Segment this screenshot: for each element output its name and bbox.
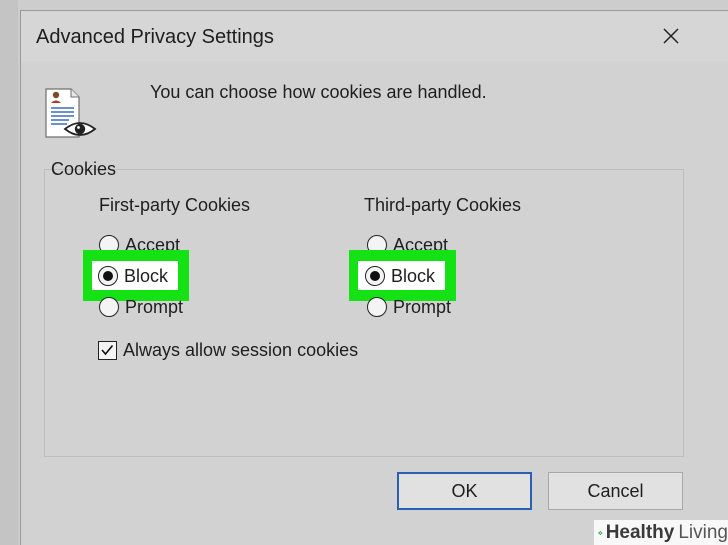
third-party-prompt-radio[interactable]: Prompt	[367, 295, 451, 319]
cross-leaf-icon	[598, 530, 603, 535]
radio-button-selected[interactable]	[365, 266, 385, 286]
ok-button[interactable]: OK	[397, 472, 532, 510]
radio-label: Prompt	[393, 296, 452, 317]
first-party-block-radio[interactable]: Block	[98, 264, 168, 288]
first-party-heading: First-party Cookies	[99, 195, 251, 215]
checkmark-icon	[101, 344, 114, 356]
radio-button-selected[interactable]	[98, 266, 118, 286]
third-party-heading: Third-party Cookies	[364, 195, 522, 215]
radio-button[interactable]	[367, 297, 387, 317]
dialog-titlebar: Advanced Privacy Settings	[21, 11, 728, 61]
radio-label: Prompt	[125, 296, 184, 317]
radio-label: Block	[391, 265, 436, 286]
advanced-privacy-settings-dialog: Advanced Privacy Settings You can choose…	[20, 10, 728, 545]
checkbox[interactable]	[98, 341, 117, 360]
always-allow-session-cookies-checkbox[interactable]: Always allow session cookies	[98, 340, 358, 361]
healthy-living-watermark: Healthy Living	[594, 520, 728, 545]
background-window-edge	[0, 0, 18, 545]
document-eye-icon	[43, 79, 99, 143]
cancel-button[interactable]: Cancel	[548, 472, 683, 510]
third-party-block-radio[interactable]: Block	[365, 264, 435, 288]
close-icon	[663, 28, 679, 44]
cookies-group-label: Cookies	[51, 159, 117, 179]
watermark-brand-a: Healthy	[605, 521, 675, 543]
checkbox-label: Always allow session cookies	[123, 340, 359, 360]
first-party-prompt-radio[interactable]: Prompt	[99, 295, 183, 319]
intro-text: You can choose how cookies are handled.	[150, 82, 487, 102]
watermark-brand-b: Living	[678, 521, 728, 543]
dialog-title: Advanced Privacy Settings	[36, 26, 274, 48]
radio-button[interactable]	[99, 297, 119, 317]
radio-label: Block	[124, 265, 169, 286]
close-button[interactable]	[653, 19, 689, 53]
